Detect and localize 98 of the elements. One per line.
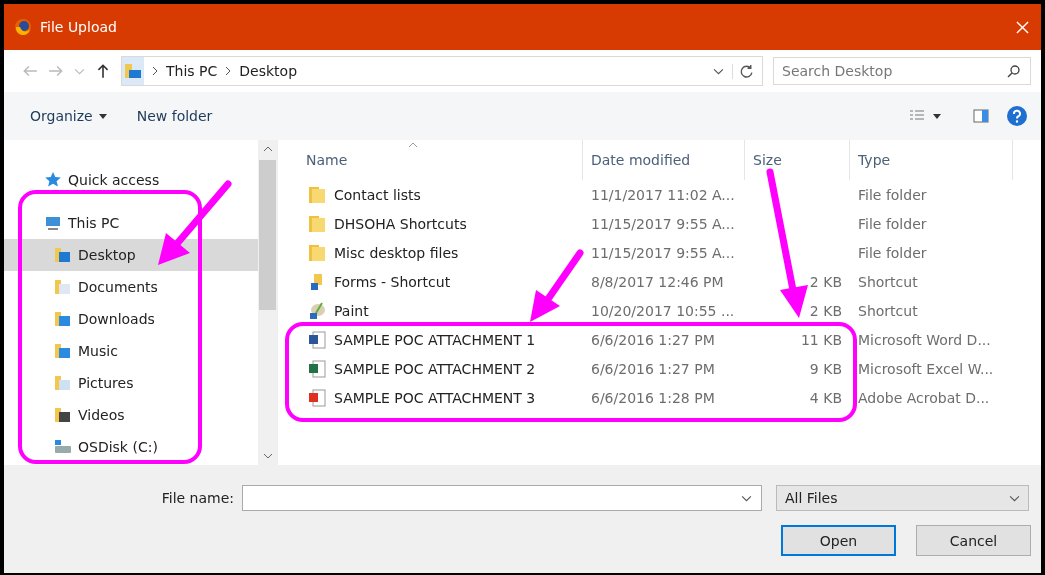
file-row[interactable]: Misc desktop files 11/15/2017 9:55 A... File folder (278, 238, 1041, 267)
star-icon (44, 171, 62, 189)
paint-icon (308, 301, 326, 320)
file-type: Adobe Acrobat D... (857, 389, 991, 406)
file-row[interactable]: SAMPLE POC ATTACHMENT 2 6/6/2016 1:27 PM 9 KB Microsoft Excel W... (278, 354, 1041, 383)
folder-icon (308, 243, 326, 262)
folder-icon (308, 185, 326, 204)
documents-folder-icon (54, 278, 72, 296)
date-modified: 6/6/2016 1:27 PM (590, 360, 716, 377)
column-header[interactable]: Date modified (583, 140, 745, 180)
search-field[interactable]: Search Desktop (773, 57, 1031, 85)
breadcrumb-item[interactable]: Desktop (239, 63, 298, 79)
column-header[interactable]: Size (745, 140, 850, 180)
caret-icon (98, 113, 107, 119)
drive-icon (54, 438, 72, 456)
sidebar-item[interactable]: Videos (4, 399, 258, 431)
dialog-button[interactable]: Open (781, 525, 896, 556)
date-modified: 11/15/2017 9:55 A... (590, 244, 736, 261)
file-type: File folder (857, 215, 928, 232)
file-row[interactable]: SAMPLE POC ATTACHMENT 1 6/6/2016 1:27 PM 11 KB Microsoft Word D... (278, 325, 1041, 354)
sidebar-item[interactable]: Downloads (4, 303, 258, 335)
date-modified: 10/20/2017 10:55 ... (590, 302, 736, 319)
file-size: 2 KB (809, 273, 842, 290)
videos-folder-icon (54, 406, 72, 424)
file-row[interactable]: SAMPLE POC ATTACHMENT 3 6/6/2016 1:28 PM 4 KB Adobe Acrobat D... (278, 383, 1041, 412)
chevron-right-icon (152, 66, 158, 76)
chevron-down-icon[interactable] (713, 67, 724, 75)
breadcrumb-item[interactable]: This PC (166, 63, 218, 79)
file-type: File folder (857, 186, 928, 203)
chevron-down-icon (1009, 494, 1020, 502)
sidebar-item[interactable]: This PC (4, 207, 258, 239)
help-icon[interactable] (1007, 106, 1027, 126)
date-modified: 8/8/2017 12:46 PM (590, 273, 725, 290)
file-name-label: File name: (160, 490, 234, 506)
file-name: Misc desktop files (334, 244, 459, 261)
folder-icon (308, 214, 326, 233)
scroll-thumb[interactable] (259, 160, 276, 310)
scroll-down-icon[interactable] (262, 453, 273, 459)
date-modified: 6/6/2016 1:27 PM (590, 331, 716, 348)
sidebar-item[interactable]: Pictures (4, 367, 258, 399)
file-name-field[interactable] (242, 485, 762, 511)
chevron-right-icon (225, 66, 232, 76)
new-folder-button[interactable]: New folder (130, 104, 219, 128)
file-row[interactable]: Contact lists 11/1/2017 11:02 A... File folder (278, 180, 1041, 209)
word-document-icon (308, 330, 326, 349)
desktop-folder-icon (54, 246, 72, 264)
computer-icon (44, 214, 62, 232)
browser-logo-icon (14, 18, 32, 36)
scrollbar[interactable] (258, 140, 277, 465)
pictures-folder-icon (54, 374, 72, 392)
close-icon[interactable] (1016, 20, 1029, 34)
file-type: Shortcut (857, 273, 919, 290)
file-name: Forms - Shortcut (334, 273, 451, 290)
file-type: File folder (857, 244, 928, 261)
file-row[interactable]: Forms - Shortcut 8/8/2017 12:46 PM 2 KB Shortcut (278, 267, 1041, 296)
sidebar-item[interactable]: OSDisk (C:) (4, 431, 258, 463)
scroll-up-icon[interactable] (262, 146, 273, 152)
pdf-document-icon (308, 388, 326, 407)
up-arrow-icon[interactable] (95, 63, 111, 79)
desktop-folder-icon (124, 62, 142, 80)
file-row[interactable]: DHSOHA Shortcuts 11/15/2017 9:55 A... File folder (278, 209, 1041, 238)
column-header[interactable]: Name (278, 140, 583, 180)
preview-pane-icon[interactable] (973, 109, 989, 123)
file-size: 4 KB (809, 389, 842, 406)
refresh-icon[interactable] (732, 63, 754, 79)
file-name: Paint (334, 302, 369, 319)
sidebar-item[interactable]: Quick access (4, 164, 258, 196)
address-bar[interactable]: This PC Desktop (121, 56, 763, 86)
dialog-button[interactable]: Cancel (916, 525, 1031, 556)
file-size: 11 KB (800, 331, 842, 348)
file-type: Shortcut (857, 302, 919, 319)
chevron-down-icon (741, 495, 752, 502)
excel-document-icon (308, 359, 326, 378)
file-type-dropdown[interactable]: All Files (776, 485, 1029, 511)
file-name: SAMPLE POC ATTACHMENT 2 (334, 360, 536, 377)
file-name: DHSOHA Shortcuts (334, 215, 467, 232)
window-title: File Upload (40, 19, 118, 35)
file-name: Contact lists (334, 186, 421, 203)
file-type: Microsoft Excel W... (857, 360, 995, 377)
date-modified: 6/6/2016 1:28 PM (590, 389, 716, 406)
file-row[interactable]: Paint 10/20/2017 10:55 ... 2 KB Shortcut (278, 296, 1041, 325)
sidebar-item[interactable]: Desktop (4, 239, 258, 271)
caret-icon[interactable] (933, 113, 941, 119)
music-folder-icon (54, 342, 72, 360)
date-modified: 11/1/2017 11:02 A... (590, 186, 736, 203)
sort-ascending-icon (408, 142, 418, 148)
file-size: 9 KB (809, 360, 842, 377)
file-name: SAMPLE POC ATTACHMENT 3 (334, 389, 536, 406)
sidebar-item[interactable]: Documents (4, 271, 258, 303)
organize-button[interactable]: Organize (24, 104, 113, 128)
date-modified: 11/15/2017 9:55 A... (590, 215, 736, 232)
search-icon (1007, 64, 1021, 78)
file-size: 2 KB (809, 302, 842, 319)
file-name: SAMPLE POC ATTACHMENT 1 (334, 331, 536, 348)
file-type: Microsoft Word D... (857, 331, 992, 348)
sidebar-item[interactable]: Music (4, 335, 258, 367)
downloads-folder-icon (54, 310, 72, 328)
column-header[interactable]: Type (850, 140, 1013, 180)
